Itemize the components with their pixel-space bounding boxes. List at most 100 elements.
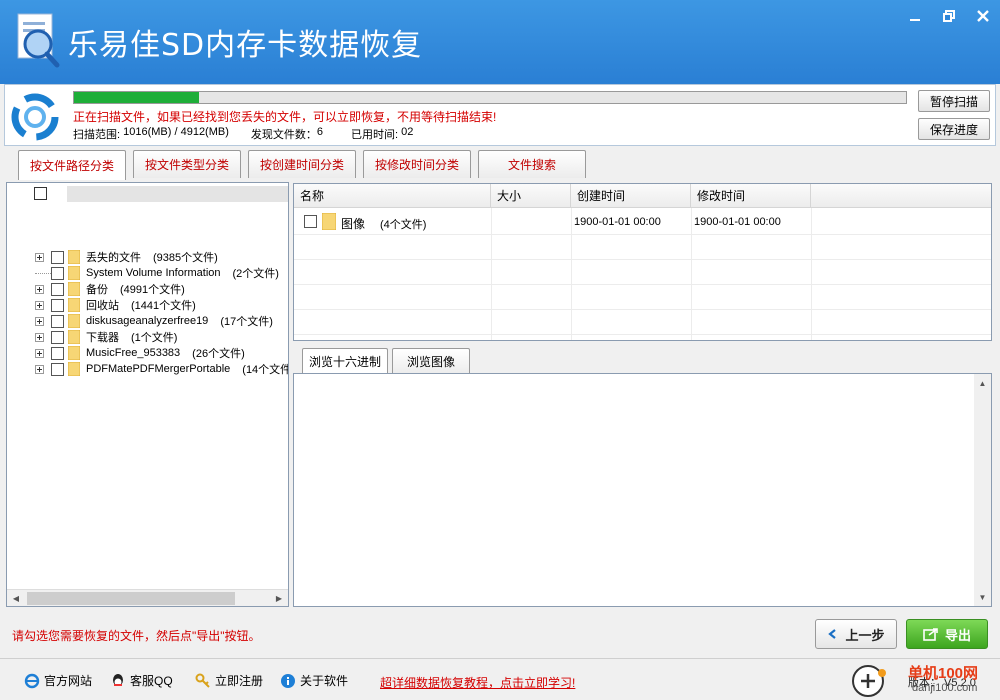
expand-icon[interactable]	[35, 332, 44, 342]
tree-root-checkbox[interactable]	[34, 187, 47, 200]
chevron-left-icon	[828, 629, 837, 639]
file-row-checkbox[interactable]	[304, 215, 317, 228]
tree-node[interactable]: System Volume Information (2个文件)	[35, 265, 279, 281]
scan-progress-fill	[74, 92, 199, 103]
tree-node[interactable]: 丢失的文件 (9385个文件)	[35, 249, 218, 265]
info-icon	[281, 673, 295, 688]
minimize-icon	[910, 19, 920, 21]
scan-stats: 扫描范围: 1016(MB) / 4912(MB) 发现文件数： 6 已用时间:…	[73, 126, 413, 142]
expand-icon[interactable]	[35, 348, 44, 358]
found-files-value: 6	[316, 126, 324, 138]
scan-spinner-icon	[11, 93, 59, 141]
restore-button[interactable]	[932, 0, 966, 32]
app-title: 乐易佳SD内存卡数据恢复	[68, 28, 423, 63]
folder-icon	[68, 250, 80, 264]
folder-icon	[68, 346, 80, 360]
expand-icon[interactable]	[35, 364, 44, 374]
tree-node-count: (1441个文件)	[131, 300, 196, 312]
tree-node-name: 下载器	[86, 332, 119, 344]
scroll-up-icon[interactable]: ▲	[976, 376, 989, 390]
watermark-logo-icon	[852, 665, 886, 697]
folder-icon	[322, 213, 336, 230]
tree-root-node[interactable]	[67, 186, 288, 202]
elapsed-time-label: 已用时间:	[351, 129, 402, 141]
file-list: 名称 大小 创建时间 修改时间 图像 (4个文件) 1900-01-01 00:…	[293, 183, 992, 341]
tree-node-name: MusicFree_953383	[86, 347, 181, 359]
tree-node[interactable]: 下载器 (1个文件)	[35, 329, 177, 345]
minimize-button[interactable]	[898, 0, 932, 32]
tree-node-checkbox[interactable]	[51, 314, 64, 328]
tree-node-name: 回收站	[86, 300, 119, 312]
tab-file-search[interactable]: 文件搜索	[478, 150, 586, 178]
tree-node[interactable]: 备份 (4991个文件)	[35, 281, 185, 297]
expand-icon[interactable]	[35, 252, 44, 262]
tab-image-view[interactable]: 浏览图像	[392, 348, 470, 374]
tree-node-checkbox[interactable]	[51, 250, 64, 264]
tree-node-checkbox[interactable]	[51, 282, 64, 296]
save-progress-button[interactable]: 保存进度	[918, 118, 990, 140]
export-label: 导出	[944, 627, 971, 643]
expand-icon[interactable]	[35, 300, 44, 310]
folder-icon	[68, 330, 80, 344]
scroll-down-icon[interactable]: ▼	[976, 590, 989, 604]
tree-horizontal-scrollbar[interactable]: ◀ ▶	[7, 589, 288, 606]
app-logo-icon	[17, 13, 60, 68]
expand-icon[interactable]	[35, 316, 44, 326]
register-link[interactable]: 立即注册	[195, 672, 263, 689]
tab-by-path[interactable]: 按文件路径分类	[18, 150, 126, 180]
preview-pane: ▲ ▼	[293, 373, 992, 607]
close-button[interactable]	[966, 0, 1000, 32]
customer-qq-link[interactable]: 客服QQ	[110, 672, 173, 689]
tab-hex-view[interactable]: 浏览十六进制	[302, 348, 388, 374]
file-name: 图像	[341, 217, 366, 231]
tree-node-count: (9385个文件)	[153, 252, 218, 264]
scrollbar-thumb[interactable]	[27, 592, 235, 605]
column-created[interactable]: 创建时间	[571, 184, 691, 208]
tree-node-checkbox[interactable]	[51, 346, 64, 360]
column-name[interactable]: 名称	[294, 184, 491, 208]
site-watermark: 单机100网 danji100.com	[850, 662, 1000, 700]
file-count: (4个文件)	[380, 219, 427, 231]
tab-by-type[interactable]: 按文件类型分类	[133, 150, 241, 178]
tree-node-count: (14个文件)	[242, 364, 288, 376]
folder-icon	[68, 282, 80, 296]
tutorial-promo-link[interactable]: 超详细数据恢复教程，点击立即学习!	[380, 674, 575, 691]
title-bar: 乐易佳SD内存卡数据恢复	[0, 0, 1000, 84]
tree-node-checkbox[interactable]	[51, 330, 64, 344]
tree-node[interactable]: MusicFree_953383 (26个文件)	[35, 345, 245, 361]
scroll-left-icon[interactable]: ◀	[9, 592, 23, 605]
column-modified[interactable]: 修改时间	[691, 184, 811, 208]
scan-message: 正在扫描文件，如果已经找到您丢失的文件，可以立即恢复，不用等待扫描结束!	[73, 110, 497, 124]
register-label: 立即注册	[215, 674, 264, 688]
tree-node[interactable]: 回收站 (1441个文件)	[35, 297, 196, 313]
tree-node[interactable]: PDFMatePDFMergerPortable (14个文件)	[35, 361, 288, 377]
previous-step-button[interactable]: 上一步	[815, 619, 897, 649]
folder-icon	[68, 266, 80, 280]
tree-node-count: (17个文件)	[220, 316, 273, 328]
tree-node-checkbox[interactable]	[51, 266, 64, 280]
scan-panel: 正在扫描文件，如果已经找到您丢失的文件，可以立即恢复，不用等待扫描结束! 扫描范…	[4, 84, 996, 146]
expand-icon[interactable]	[35, 284, 44, 294]
folder-icon	[68, 314, 80, 328]
export-icon	[923, 628, 938, 641]
previous-step-label: 上一步	[845, 627, 885, 643]
tree-node-checkbox[interactable]	[51, 362, 64, 376]
tree-node-count: (4991个文件)	[120, 284, 185, 296]
tree-node[interactable]: diskusageanalyzerfree19 (17个文件)	[35, 313, 273, 329]
tree-node-checkbox[interactable]	[51, 298, 64, 312]
file-row[interactable]: 图像 (4个文件) 1900-01-01 00:00 1900-01-01 00…	[294, 210, 991, 234]
tab-by-modified-time[interactable]: 按修改时间分类	[363, 150, 471, 178]
official-website-link[interactable]: 官方网站	[24, 672, 92, 689]
export-button[interactable]: 导出	[906, 619, 988, 649]
tree-connector	[35, 272, 51, 274]
found-files-label: 发现文件数：	[250, 129, 317, 141]
preview-tabs: 浏览十六进制 浏览图像	[302, 348, 474, 374]
tree-node-name: PDFMatePDFMergerPortable	[86, 363, 231, 375]
preview-vertical-scrollbar[interactable]: ▲ ▼	[974, 374, 991, 606]
about-link[interactable]: 关于软件	[280, 672, 348, 689]
column-size[interactable]: 大小	[491, 184, 571, 208]
pause-scan-button[interactable]: 暂停扫描	[918, 90, 990, 112]
tab-by-created-time[interactable]: 按创建时间分类	[248, 150, 356, 178]
scroll-right-icon[interactable]: ▶	[272, 592, 286, 605]
tree-node-count: (1个文件)	[131, 332, 178, 344]
